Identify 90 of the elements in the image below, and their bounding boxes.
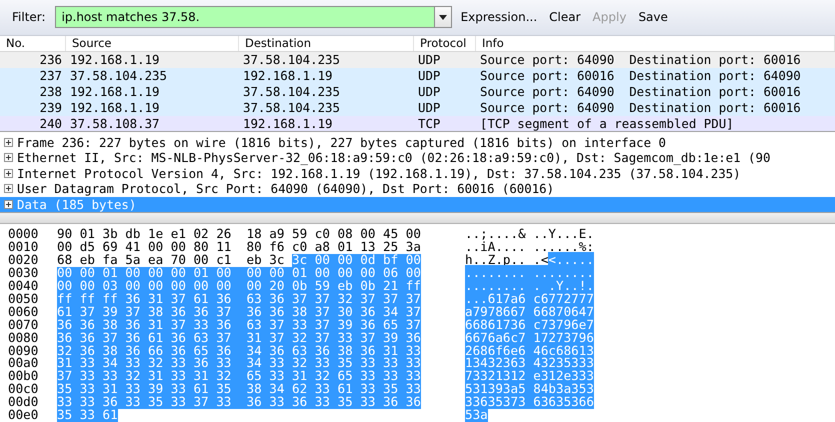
column-header[interactable]: Source xyxy=(66,36,239,51)
hex-bytes: 35 33 31 33 39 33 61 35 38 34 62 33 61 33 35 33 xyxy=(57,383,421,396)
toolbar-button[interactable]: Clear xyxy=(546,8,584,26)
table-cell-text: 37.58.104.235 xyxy=(242,100,341,116)
hex-bytes: 00 00 01 00 00 00 01 00 00 00 01 00 00 00 06 00 xyxy=(57,267,421,280)
packet-row[interactable]: 240 37.58.108.37 192.168.1.19 TCP [TCP segment of a reassembled PDU] xyxy=(0,116,835,131)
table-cell-text: UDP xyxy=(417,100,442,116)
hex-bytes: 00 00 03 00 00 00 00 00 00 20 0b 59 eb 0b 21 ff xyxy=(57,280,421,293)
column-header[interactable]: Info xyxy=(476,36,835,51)
offset-label: 00c0 xyxy=(7,383,40,396)
packet-row[interactable]: 237 37.58.104.235 192.168.1.19 UDP Source port: 60016 Destination port: 64090 xyxy=(0,68,835,84)
toolbar-button[interactable]: Expression... xyxy=(458,8,540,26)
offset-label: 0090 xyxy=(7,344,40,358)
dropdown-button[interactable] xyxy=(434,6,452,28)
tree-item[interactable]: Internet Protocol Version 4, Src: 192.168.1.19 (192.168.1.19), Dst: 37.58.104.235 (37.58.104.235) xyxy=(0,166,835,182)
table-cell-text: 192.168.1.19 xyxy=(242,116,334,131)
table-cell-text: 192.168.1.19 xyxy=(242,68,334,84)
table-cell-text: Source port: 60016 Destination port: 64090 xyxy=(479,68,802,84)
offset-label: 00e0 xyxy=(7,409,40,422)
table-cell-text: 37.58.108.37 xyxy=(69,116,161,131)
hex-bytes: 32 36 38 36 66 36 65 36 34 36 63 36 38 36 31 33 xyxy=(57,344,421,358)
packet-row[interactable]: 239 192.168.1.19 37.58.104.235 UDP Source port: 64090 Destination port: 60016 xyxy=(0,100,835,116)
tree-item-text: User Datagram Protocol, Src Port: 64090 (64090), Dst Port: 60016 (60016) xyxy=(17,181,554,196)
table-cell-text: 236 xyxy=(38,52,63,68)
expand-icon[interactable] xyxy=(4,200,13,209)
ascii-text: h..Z.p.. .< xyxy=(465,252,548,268)
column-header[interactable]: No. xyxy=(0,36,66,51)
table-cell-text: Source port: 64090 Destination port: 60016 xyxy=(479,52,802,68)
offset-label: 0030 xyxy=(7,267,40,280)
toolbar-button[interactable]: Save xyxy=(635,8,671,26)
packet-row[interactable]: 238 192.168.1.19 37.58.104.235 UDP Source port: 64090 Destination port: 60016 xyxy=(0,84,835,100)
hex-bytes: 36 36 38 36 31 37 33 36 63 37 33 37 39 36 65 37 xyxy=(57,318,421,332)
filter-field[interactable]: ip.host matches 37.58. xyxy=(54,6,434,28)
filter-label: Filter: xyxy=(12,10,46,24)
hex-bytes: 00 d5 69 41 00 00 80 11 80 f6 c0 a8 01 13 25 3a xyxy=(57,241,421,254)
ascii-text: ..iA.... ......%: xyxy=(465,239,594,254)
offset-label: 0070 xyxy=(7,318,40,332)
hex-bytes: 37 33 33 32 31 33 31 32 65 33 31 32 65 33 33 33 xyxy=(57,370,421,384)
ascii-text: 33635373 63635366 xyxy=(465,394,594,410)
offset-label: 0050 xyxy=(7,292,40,306)
table-cell-text: 240 xyxy=(38,116,63,131)
offset-label: 0040 xyxy=(7,280,40,293)
table-cell-text: UDP xyxy=(417,68,442,84)
table-cell-text: [TCP segment of a reassembled PDU] xyxy=(479,116,735,131)
hex-bytes: 33 33 36 33 35 33 37 33 36 33 36 33 35 33 36 36 xyxy=(57,396,421,410)
table-cell-text: 192.168.1.19 xyxy=(69,52,161,68)
hex-bytes: 36 36 37 36 61 36 63 37 31 37 32 37 33 37 39 36 xyxy=(57,332,421,345)
caret-icon xyxy=(438,14,447,20)
expand-icon[interactable] xyxy=(4,168,13,178)
hex-bytes: 61 37 39 37 38 36 36 37 36 36 38 37 30 36 34 37 xyxy=(57,306,421,319)
table-cell-text: UDP xyxy=(417,52,442,68)
hex-bytes: ff ff ff 36 31 37 61 36 63 36 37 37 32 37 37 37 xyxy=(57,292,421,306)
table-cell-text: TCP xyxy=(417,116,442,131)
offset-label: 00a0 xyxy=(7,357,40,370)
hex-bytes: 31 33 34 33 32 33 36 33 34 33 32 33 35 33 33 33 xyxy=(57,357,421,370)
tree-item-text: Data (185 bytes) xyxy=(17,196,136,212)
expand-icon[interactable] xyxy=(4,138,13,147)
table-cell-text: 192.168.1.19 xyxy=(69,100,161,116)
tree-item[interactable]: User Datagram Protocol, Src Port: 64090 (64090), Dst Port: 60016 (60016) xyxy=(0,181,835,197)
ascii-text: ..;....& ..Y...E. xyxy=(465,226,594,242)
table-cell-text: 237 xyxy=(38,68,63,84)
packet-row[interactable]: 236 192.168.1.19 37.58.104.235 UDP Source port: 64090 Destination port: 60016 xyxy=(0,52,835,68)
tree-item[interactable]: Frame 236: 227 bytes on wire (1816 bits), 227 bytes captured (1816 bits) on interface 0 xyxy=(0,134,835,150)
hex-bytes: 35 33 61 xyxy=(57,409,118,422)
table-cell-text: 37.58.104.235 xyxy=(242,52,341,68)
table-cell-text: 239 xyxy=(38,100,63,116)
table-cell-text: Source port: 64090 Destination port: 60016 xyxy=(479,100,802,116)
table-cell-text: 192.168.1.19 xyxy=(69,84,161,100)
offset-label: 0060 xyxy=(7,306,40,319)
offset-label: 0080 xyxy=(7,332,40,345)
table-cell-text: 37.58.104.235 xyxy=(242,84,341,100)
offset-label: 00d0 xyxy=(7,396,40,410)
ascii-text: 53a xyxy=(465,407,488,422)
tree-item-text: Frame 236: 227 bytes on wire (1816 bits), 227 bytes captured (1816 bits) on interface 0 xyxy=(17,134,666,150)
expand-icon[interactable] xyxy=(4,184,13,194)
table-cell-text: 37.58.104.235 xyxy=(69,68,168,84)
expand-icon[interactable] xyxy=(4,153,13,162)
hex-bytes: 68 eb fa 5a ea 70 00 c1 eb 3c xyxy=(57,254,286,268)
column-header[interactable]: Protocol xyxy=(414,36,476,51)
tree-item-text: Internet Protocol Version 4, Src: 192.168.1.19 (192.168.1.19), Dst: 37.58.104.235 (37.58.104.235) xyxy=(17,166,741,181)
offset-label: 0000 xyxy=(7,228,40,242)
hex-bytes: 90 01 3b db 1e e1 02 26 18 a9 59 c0 08 00 45 00 xyxy=(57,228,421,242)
column-header[interactable]: Destination xyxy=(239,36,414,51)
table-cell-text: 238 xyxy=(38,84,63,100)
table-cell-text: Source port: 64090 Destination port: 60016 xyxy=(479,84,802,100)
offset-label: 0020 xyxy=(7,254,40,268)
hex-bytes: 3c 00 00 0d bf 00 xyxy=(292,254,421,268)
offset-label: 00b0 xyxy=(7,370,40,384)
table-cell-text: UDP xyxy=(417,84,442,100)
offset-label: 0010 xyxy=(7,241,40,254)
